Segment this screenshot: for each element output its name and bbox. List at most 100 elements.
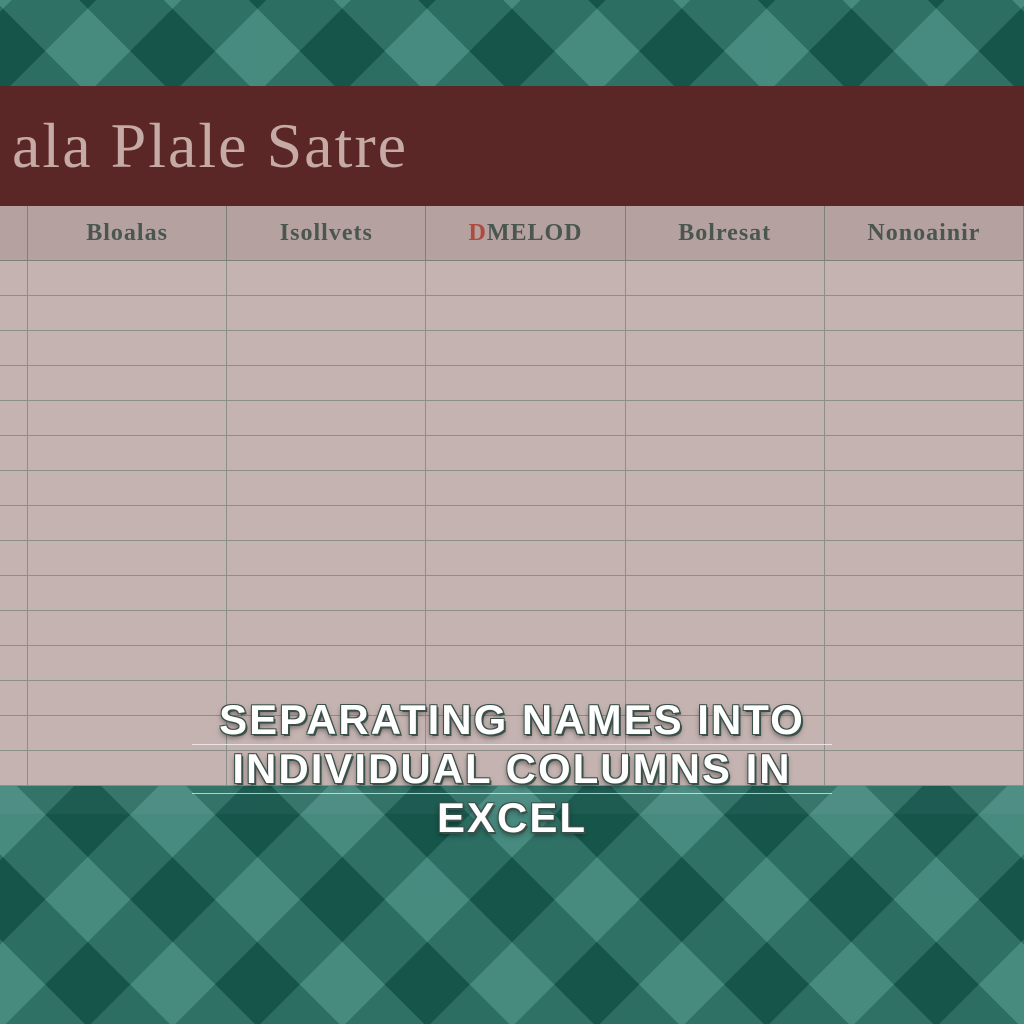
table-cell[interactable] [825,471,1024,506]
table-cell[interactable] [825,436,1024,471]
row-number-cell[interactable] [0,541,28,576]
table-cell[interactable] [227,576,426,611]
table-cell[interactable] [626,506,825,541]
table-row [0,296,1024,331]
table-cell[interactable] [825,296,1024,331]
table-cell[interactable] [28,331,227,366]
table-row [0,471,1024,506]
row-number-cell[interactable] [0,681,28,716]
table-cell[interactable] [227,331,426,366]
row-number-cell[interactable] [0,716,28,751]
column-header-label: Bloalas [86,220,168,247]
table-cell[interactable] [825,401,1024,436]
table-row [0,331,1024,366]
table-row [0,576,1024,611]
table-cell[interactable] [28,611,227,646]
column-header-label: Nonoainir [867,220,980,247]
table-cell[interactable] [227,401,426,436]
table-cell[interactable] [825,261,1024,296]
column-header-1[interactable]: Bloalas [28,206,227,260]
table-cell[interactable] [426,401,625,436]
row-number-cell[interactable] [0,436,28,471]
table-cell[interactable] [227,261,426,296]
table-cell[interactable] [825,541,1024,576]
table-cell[interactable] [28,261,227,296]
table-row [0,506,1024,541]
table-cell[interactable] [28,576,227,611]
row-number-cell[interactable] [0,646,28,681]
table-cell[interactable] [28,541,227,576]
table-cell[interactable] [626,401,825,436]
column-header-label: Bolresat [678,220,771,247]
table-cell[interactable] [626,541,825,576]
table-cell[interactable] [28,506,227,541]
app-title: ala Plale Satre [12,109,408,183]
table-cell[interactable] [626,436,825,471]
table-cell[interactable] [426,646,625,681]
table-cell[interactable] [28,401,227,436]
table-cell[interactable] [626,366,825,401]
table-cell[interactable] [227,506,426,541]
table-cell[interactable] [825,506,1024,541]
table-cell[interactable] [426,506,625,541]
table-cell[interactable] [426,611,625,646]
table-cell[interactable] [626,296,825,331]
table-row [0,401,1024,436]
table-cell[interactable] [227,541,426,576]
table-cell[interactable] [227,471,426,506]
column-header-4[interactable]: Bolresat [626,206,825,260]
table-cell[interactable] [227,296,426,331]
table-cell[interactable] [626,261,825,296]
table-cell[interactable] [426,576,625,611]
row-number-cell[interactable] [0,751,28,786]
row-number-cell[interactable] [0,471,28,506]
row-number-cell[interactable] [0,296,28,331]
table-cell[interactable] [426,436,625,471]
table-cell[interactable] [28,366,227,401]
row-number-cell[interactable] [0,261,28,296]
row-number-cell[interactable] [0,331,28,366]
row-number-cell[interactable] [0,576,28,611]
table-cell[interactable] [227,366,426,401]
table-cell[interactable] [825,611,1024,646]
table-cell[interactable] [626,646,825,681]
table-cell[interactable] [28,436,227,471]
table-cell[interactable] [28,296,227,331]
table-row [0,646,1024,681]
row-number-cell[interactable] [0,611,28,646]
table-cell[interactable] [626,611,825,646]
row-number-cell[interactable] [0,401,28,436]
table-cell[interactable] [426,261,625,296]
table-cell[interactable] [426,366,625,401]
column-header-2[interactable]: Isollvets [227,206,426,260]
table-cell[interactable] [825,331,1024,366]
table-cell[interactable] [825,646,1024,681]
row-number-cell[interactable] [0,506,28,541]
table-cell[interactable] [227,611,426,646]
table-cell[interactable] [227,436,426,471]
title-bar: ala Plale Satre [0,86,1024,206]
table-cell[interactable] [426,331,625,366]
table-cell[interactable] [426,541,625,576]
table-cell[interactable] [28,646,227,681]
table-row [0,436,1024,471]
table-row [0,261,1024,296]
table-cell[interactable] [426,296,625,331]
table-cell[interactable] [626,471,825,506]
table-cell[interactable] [426,471,625,506]
table-cell[interactable] [28,471,227,506]
table-cell[interactable] [227,646,426,681]
table-row [0,541,1024,576]
table-cell[interactable] [825,576,1024,611]
overlay-line-2: INDIVIDUAL COLUMNS IN [232,745,791,792]
table-cell[interactable] [825,366,1024,401]
overlay-line-1: SEPARATING NAMES INTO [219,696,805,743]
row-number-cell[interactable] [0,366,28,401]
column-header-label: MELOD [487,220,583,247]
column-header-accent: D [469,220,487,247]
column-header-5[interactable]: Nonoainir [825,206,1024,260]
column-header-3[interactable]: DMELOD [426,206,625,260]
table-cell[interactable] [626,576,825,611]
table-cell[interactable] [626,331,825,366]
row-number-header [0,206,28,260]
